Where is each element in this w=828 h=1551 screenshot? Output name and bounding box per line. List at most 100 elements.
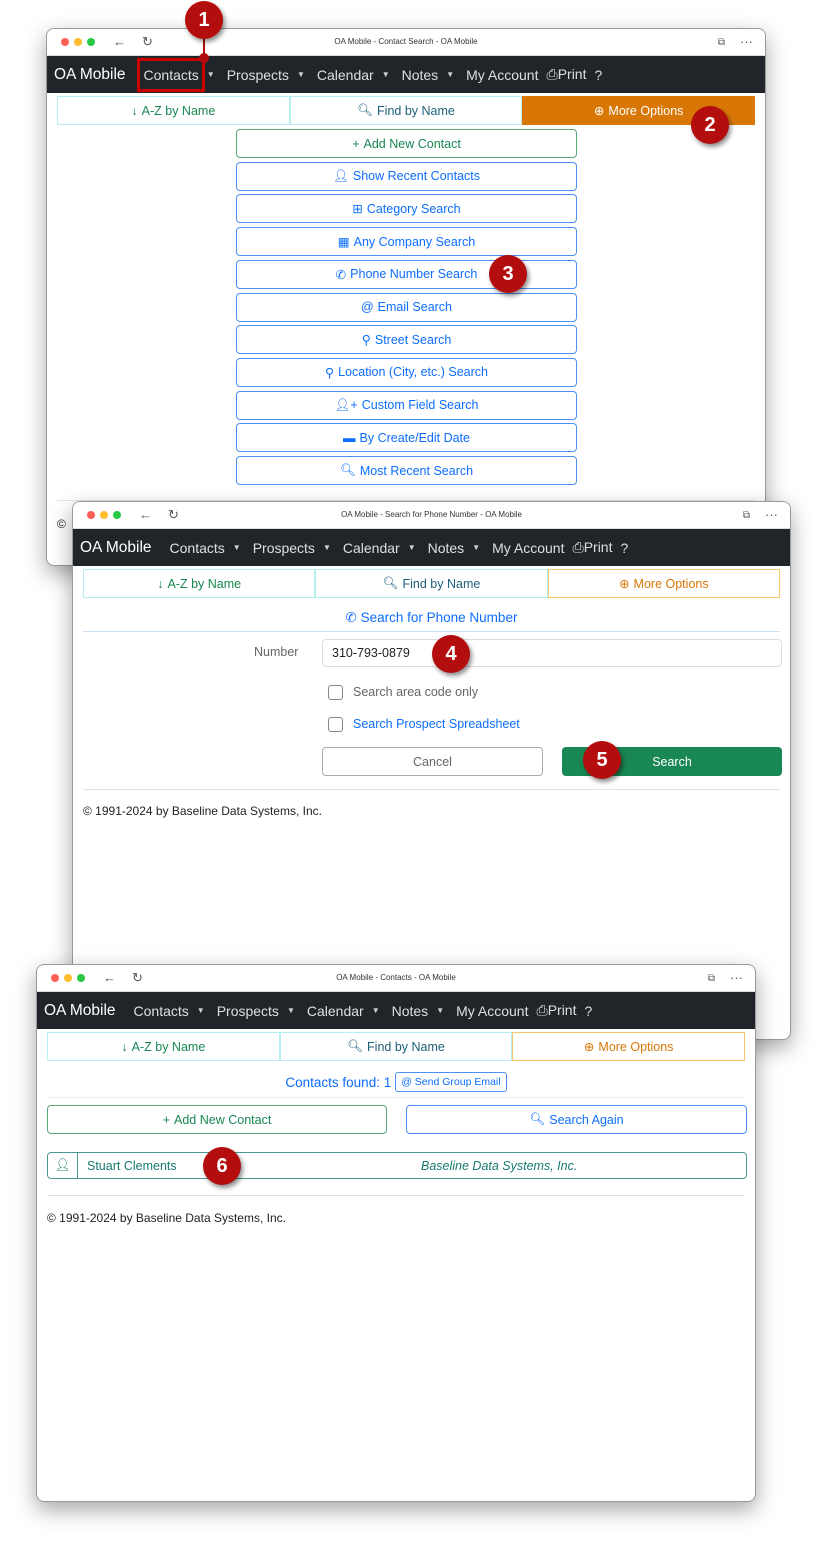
nav-prospects[interactable]: Prospects xyxy=(253,540,315,556)
caret-down-icon[interactable]: ▼ xyxy=(382,70,390,79)
nav-contacts[interactable]: Contacts xyxy=(170,540,225,556)
caret-down-icon[interactable]: ▼ xyxy=(446,70,454,79)
nav-calendar[interactable]: Calendar xyxy=(317,67,374,83)
nav-print[interactable]: ⎙Print xyxy=(536,1002,576,1019)
phone-icon: ✆ xyxy=(345,610,361,625)
nav-print[interactable]: ⎙Print xyxy=(572,539,612,556)
checkbox[interactable] xyxy=(328,717,343,733)
search-plus-icon: ⊕ xyxy=(583,1040,595,1054)
contact-company: Baseline Data Systems, Inc. xyxy=(421,1158,578,1173)
tab-find-by-name[interactable]: 🔍︎ Find by Name xyxy=(315,569,548,598)
brand[interactable]: OA Mobile xyxy=(54,66,126,84)
navbar: OA Mobile Contacts ▼ Prospects ▼ Calendar ▼… xyxy=(37,992,755,1029)
search-again-button[interactable]: 🔍︎ Search Again xyxy=(406,1105,747,1134)
user-plus-icon: 👤︎+ xyxy=(334,397,358,412)
caret-down-icon[interactable]: ▼ xyxy=(287,1006,295,1015)
tab-az-by-name[interactable]: ↓ A-Z by Name xyxy=(57,96,290,125)
step-badge-3: 3 xyxy=(489,255,527,293)
window-contacts-results: ← ↻ OA Mobile - Contacts - OA Mobile ⧉ ·… xyxy=(36,964,756,1502)
cancel-button[interactable]: Cancel xyxy=(322,747,543,776)
option-street-search-button[interactable]: ⚲ Street Search xyxy=(236,325,577,355)
tab-az-by-name[interactable]: ↓ A-Z by Name xyxy=(47,1032,280,1061)
tab-find-by-name[interactable]: 🔍︎ Find by Name xyxy=(279,1032,513,1061)
option-add-new-contact-button[interactable]: + Add New Contact xyxy=(236,129,577,158)
nav-prospects[interactable]: Prospects xyxy=(217,1003,279,1019)
contacts-found-count: Contacts found: 1 xyxy=(285,1074,392,1090)
step-badge-1: 1 xyxy=(185,1,223,39)
title-bar: ← ↻ OA Mobile - Contacts - OA Mobile ⧉ ·… xyxy=(37,965,755,992)
caret-down-icon[interactable]: ▼ xyxy=(297,70,305,79)
more-menu-icon[interactable]: ··· xyxy=(765,507,778,522)
user-icon: 👤︎ xyxy=(48,1153,78,1178)
option-show-recent-contacts-button[interactable]: 👤︎ Show Recent Contacts xyxy=(236,161,577,191)
tab-az-by-name[interactable]: ↓ A-Z by Name xyxy=(83,569,316,598)
option-by-create-edit-date-button[interactable]: ▬ By Create/Edit Date xyxy=(236,423,577,453)
cast-icon[interactable]: ⧉ xyxy=(718,37,725,48)
nav-my-account[interactable]: My Account xyxy=(492,540,564,556)
at-icon: @ xyxy=(360,300,374,314)
option-email-search-button[interactable]: @ Email Search xyxy=(236,292,577,322)
nav-help[interactable]: ? xyxy=(584,1003,592,1019)
nav-print[interactable]: ⎙Print xyxy=(546,66,586,83)
nav-calendar[interactable]: Calendar xyxy=(307,1003,364,1019)
sort-icon: ↓ xyxy=(121,1039,128,1054)
nav-help[interactable]: ? xyxy=(594,67,602,83)
area-code-only-checkbox[interactable]: Search area code only xyxy=(328,685,478,701)
nav-help[interactable]: ? xyxy=(620,540,628,556)
nav-notes[interactable]: Notes xyxy=(428,540,465,556)
caret-down-icon[interactable]: ▼ xyxy=(472,543,480,552)
nav-notes[interactable]: Notes xyxy=(402,67,439,83)
plus-icon: + xyxy=(352,136,360,151)
tab-more-options[interactable]: ⊕ More Options xyxy=(512,1032,746,1061)
caret-down-icon[interactable]: ▼ xyxy=(197,1006,205,1015)
search-icon: 🔍︎ xyxy=(347,1039,364,1053)
search-plus-icon: ⊕ xyxy=(619,577,630,591)
number-input[interactable]: 310-793-0879 xyxy=(322,639,782,667)
caret-down-icon[interactable]: ▼ xyxy=(323,543,331,552)
nav-prospects[interactable]: Prospects xyxy=(227,67,289,83)
caret-down-icon[interactable]: ▼ xyxy=(408,543,416,552)
brand[interactable]: OA Mobile xyxy=(80,539,152,557)
send-group-email-button[interactable]: @ Send Group Email xyxy=(395,1072,507,1092)
plus-icon: + xyxy=(162,1112,171,1127)
nav-my-account[interactable]: My Account xyxy=(466,67,538,83)
nav-notes[interactable]: Notes xyxy=(392,1003,429,1019)
prospect-spreadsheet-checkbox[interactable]: Search Prospect Spreadsheet xyxy=(328,717,520,733)
caret-down-icon[interactable]: ▼ xyxy=(436,1006,444,1015)
cast-icon[interactable]: ⧉ xyxy=(708,973,715,984)
printer-icon: ⎙ xyxy=(546,66,558,82)
number-label: Number xyxy=(254,645,299,659)
footer: © 1991-2024 by Baseline Data Systems, In… xyxy=(83,804,322,818)
option-category-search-button[interactable]: ⊞ Category Search xyxy=(236,194,577,224)
checkbox[interactable] xyxy=(328,685,343,701)
add-new-contact-button[interactable]: + Add New Contact xyxy=(47,1105,387,1134)
caret-down-icon[interactable]: ▼ xyxy=(233,543,241,552)
printer-icon: ⎙ xyxy=(536,1002,548,1018)
window-title: OA Mobile - Search for Phone Number - OA… xyxy=(341,510,522,519)
option-custom-field-search-button[interactable]: 👤︎+ Custom Field Search xyxy=(236,390,577,420)
option-location-city-etc-search-button[interactable]: ⚲ Location (City, etc.) Search xyxy=(236,357,577,387)
map-pin-icon: ⚲ xyxy=(325,365,335,380)
window-phone-search: ← ↻ OA Mobile - Search for Phone Number … xyxy=(72,501,791,1040)
caret-down-icon[interactable]: ▼ xyxy=(207,70,215,79)
sort-icon: ↓ xyxy=(131,103,138,118)
window-title: OA Mobile - Contact Search - OA Mobile xyxy=(334,37,478,46)
title-bar: ← ↻ OA Mobile - Contact Search - OA Mobi… xyxy=(47,29,765,56)
tab-more-options[interactable]: ⊕ More Options xyxy=(547,569,780,598)
nav-contacts[interactable]: Contacts xyxy=(134,1003,189,1019)
more-menu-icon[interactable]: ··· xyxy=(730,970,743,985)
option-most-recent-search-button[interactable]: 🔍︎ Most Recent Search xyxy=(236,456,577,485)
caret-down-icon[interactable]: ▼ xyxy=(372,1006,380,1015)
more-menu-icon[interactable]: ··· xyxy=(740,34,753,49)
contact-result-row[interactable]: 👤︎ Stuart Clements Baseline Data Systems… xyxy=(47,1152,747,1179)
title-bar: ← ↻ OA Mobile - Search for Phone Number … xyxy=(73,502,790,529)
search-icon: 🔍︎ xyxy=(339,463,356,477)
building-icon: ▦ xyxy=(337,235,350,250)
nav-calendar[interactable]: Calendar xyxy=(343,540,400,556)
tab-find-by-name[interactable]: 🔍︎ Find by Name xyxy=(289,96,523,125)
brand[interactable]: OA Mobile xyxy=(44,1002,116,1020)
footer: © xyxy=(57,517,66,531)
option-any-company-search-button[interactable]: ▦ Any Company Search xyxy=(236,227,577,257)
nav-my-account[interactable]: My Account xyxy=(456,1003,528,1019)
cast-icon[interactable]: ⧉ xyxy=(743,510,750,521)
